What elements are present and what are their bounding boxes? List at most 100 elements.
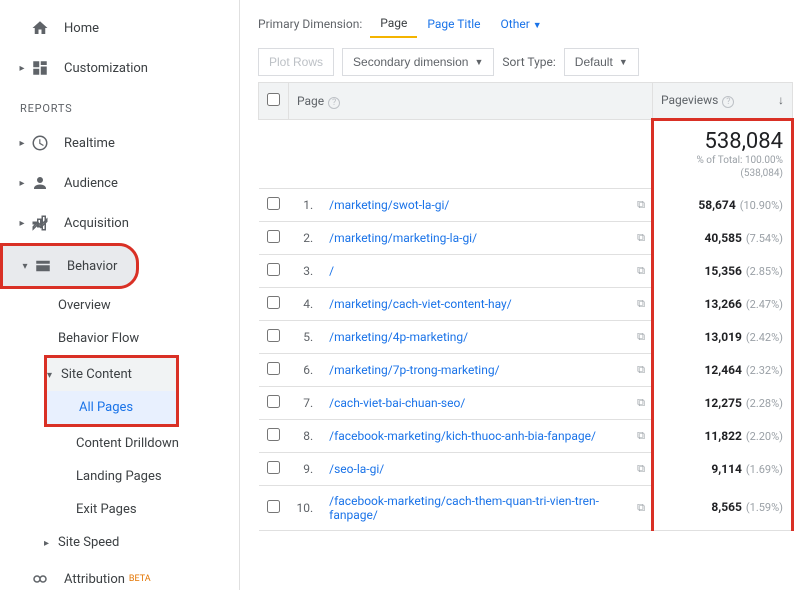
acquisition-icon <box>30 213 50 233</box>
row-checkbox[interactable] <box>267 461 280 474</box>
beta-badge: BETA <box>129 574 151 584</box>
open-link-icon[interactable]: ⧉ <box>637 363 645 377</box>
nav-behavior[interactable]: ▾ Behavior <box>0 243 139 289</box>
total-pct: % of Total: 100.00% <box>662 154 783 167</box>
total-pageviews: 538,084 <box>662 129 783 154</box>
row-checkbox[interactable] <box>267 296 280 309</box>
main-content: Primary Dimension: Page Page Title Other… <box>240 0 800 590</box>
page-link[interactable]: /facebook-marketing/cach-them-quan-tri-v… <box>329 494 599 522</box>
row-checkbox[interactable] <box>267 230 280 243</box>
row-page-cell: /seo-la-gi/ ⧉ <box>321 452 652 485</box>
row-checkbox[interactable] <box>267 197 280 210</box>
sub-site-speed[interactable]: ▸Site Speed <box>0 526 239 559</box>
row-page-cell: /marketing/7p-trong-marketing/ ⧉ <box>321 353 652 386</box>
open-link-icon[interactable]: ⧉ <box>637 396 645 410</box>
home-icon <box>30 18 50 38</box>
row-pageviews: 12,464(2.32%) <box>653 353 793 386</box>
row-checkbox[interactable] <box>267 362 280 375</box>
nav-realtime-label: Realtime <box>64 136 115 151</box>
dimension-row: Primary Dimension: Page Page Title Other… <box>258 10 794 38</box>
sub-site-content[interactable]: ▾Site Content <box>47 358 176 391</box>
row-checkbox[interactable] <box>267 500 280 513</box>
sidebar: Home ▸ Customization REPORTS ▸ Realtime … <box>0 0 240 590</box>
row-page-cell: /facebook-marketing/cach-them-quan-tri-v… <box>321 485 652 530</box>
page-link[interactable]: /marketing/cach-viet-content-hay/ <box>329 297 512 311</box>
nav-customization[interactable]: ▸ Customization <box>0 48 239 88</box>
plot-rows-button[interactable]: Plot Rows <box>258 48 334 76</box>
row-page-cell: /cach-viet-bai-chuan-seo/ ⧉ <box>321 386 652 419</box>
caret-icon: ▸ <box>16 218 28 229</box>
row-checkbox[interactable] <box>267 263 280 276</box>
row-pageviews: 12,275(2.28%) <box>653 386 793 419</box>
secondary-dimension-button[interactable]: Secondary dimension▼ <box>342 48 494 76</box>
page-link[interactable]: /facebook-marketing/kich-thuoc-anh-bia-f… <box>329 429 596 443</box>
open-link-icon[interactable]: ⧉ <box>637 264 645 278</box>
sub-exit-pages[interactable]: Exit Pages <box>0 493 239 526</box>
page-link[interactable]: /seo-la-gi/ <box>329 462 384 476</box>
dim-tab-other[interactable]: Other ▼ <box>491 11 552 37</box>
row-number: 6. <box>289 353 322 386</box>
row-pageviews: 11,822(2.20%) <box>653 419 793 452</box>
chevron-down-icon: ▼ <box>474 57 483 67</box>
th-pageviews[interactable]: Pageviews?↓ <box>653 83 793 120</box>
row-number: 3. <box>289 254 322 287</box>
page-link[interactable]: / <box>329 264 334 278</box>
dim-tab-page[interactable]: Page <box>370 10 417 38</box>
nav-home[interactable]: Home <box>0 8 239 48</box>
clock-icon <box>30 133 50 153</box>
row-pageviews: 15,356(2.85%) <box>653 254 793 287</box>
row-checkbox[interactable] <box>267 428 280 441</box>
sub-overview[interactable]: Overview <box>0 289 239 322</box>
select-all-checkbox[interactable] <box>267 93 280 106</box>
open-link-icon[interactable]: ⧉ <box>637 330 645 344</box>
page-link[interactable]: /cach-viet-bai-chuan-seo/ <box>329 396 465 410</box>
dim-tab-title[interactable]: Page Title <box>417 11 490 37</box>
caret-icon: ▸ <box>44 538 54 549</box>
row-number: 5. <box>289 320 322 353</box>
row-checkbox[interactable] <box>267 329 280 342</box>
th-checkbox <box>259 83 289 120</box>
row-pageviews: 13,019(2.42%) <box>653 320 793 353</box>
sub-behavior-flow[interactable]: Behavior Flow <box>0 322 239 355</box>
chevron-down-icon: ▼ <box>619 57 628 67</box>
open-link-icon[interactable]: ⧉ <box>637 429 645 443</box>
page-link[interactable]: /marketing/7p-trong-marketing/ <box>329 363 499 377</box>
open-link-icon[interactable]: ⧉ <box>637 231 645 245</box>
caret-icon: ▸ <box>16 63 28 74</box>
open-link-icon[interactable]: ⧉ <box>637 501 645 515</box>
row-number: 7. <box>289 386 322 419</box>
sub-content-drilldown[interactable]: Content Drilldown <box>0 427 239 460</box>
row-checkbox[interactable] <box>267 395 280 408</box>
row-number: 8. <box>289 419 322 452</box>
sub-all-pages[interactable]: All Pages <box>47 391 176 424</box>
sub-landing-pages[interactable]: Landing Pages <box>0 460 239 493</box>
nav-attribution[interactable]: Attribution BETA <box>0 559 239 590</box>
caret-down-icon: ▾ <box>47 370 57 381</box>
row-number: 2. <box>289 221 322 254</box>
sort-desc-icon: ↓ <box>778 93 784 107</box>
th-page[interactable]: Page? <box>289 83 653 120</box>
toolbar-row: Plot Rows Secondary dimension▼ Sort Type… <box>258 48 794 76</box>
open-link-icon[interactable]: ⧉ <box>637 198 645 212</box>
page-link[interactable]: /marketing/4p-marketing/ <box>329 330 468 344</box>
nav-audience[interactable]: ▸ Audience <box>0 163 239 203</box>
nav-realtime[interactable]: ▸ Realtime <box>0 123 239 163</box>
row-number: 9. <box>289 452 322 485</box>
row-pageviews: 9,114(1.69%) <box>653 452 793 485</box>
nav-acquisition[interactable]: ▸ Acquisition <box>0 203 239 243</box>
help-icon[interactable]: ? <box>722 96 734 108</box>
nav-audience-label: Audience <box>64 176 118 191</box>
open-link-icon[interactable]: ⧉ <box>637 297 645 311</box>
sort-type-label: Sort Type: <box>502 55 555 69</box>
row-page-cell: /marketing/4p-marketing/ ⧉ <box>321 320 652 353</box>
sort-default-button[interactable]: Default▼ <box>564 48 639 76</box>
page-link[interactable]: /marketing/swot-la-gi/ <box>329 198 449 212</box>
help-icon[interactable]: ? <box>328 97 340 109</box>
open-link-icon[interactable]: ⧉ <box>637 462 645 476</box>
row-page-cell: /marketing/marketing-la-gi/ ⧉ <box>321 221 652 254</box>
row-page-cell: /facebook-marketing/kich-thuoc-anh-bia-f… <box>321 419 652 452</box>
nav-customization-label: Customization <box>64 61 148 76</box>
row-page-cell: /marketing/cach-viet-content-hay/ ⧉ <box>321 287 652 320</box>
page-link[interactable]: /marketing/marketing-la-gi/ <box>329 231 477 245</box>
nav-attribution-label: Attribution <box>64 572 125 587</box>
